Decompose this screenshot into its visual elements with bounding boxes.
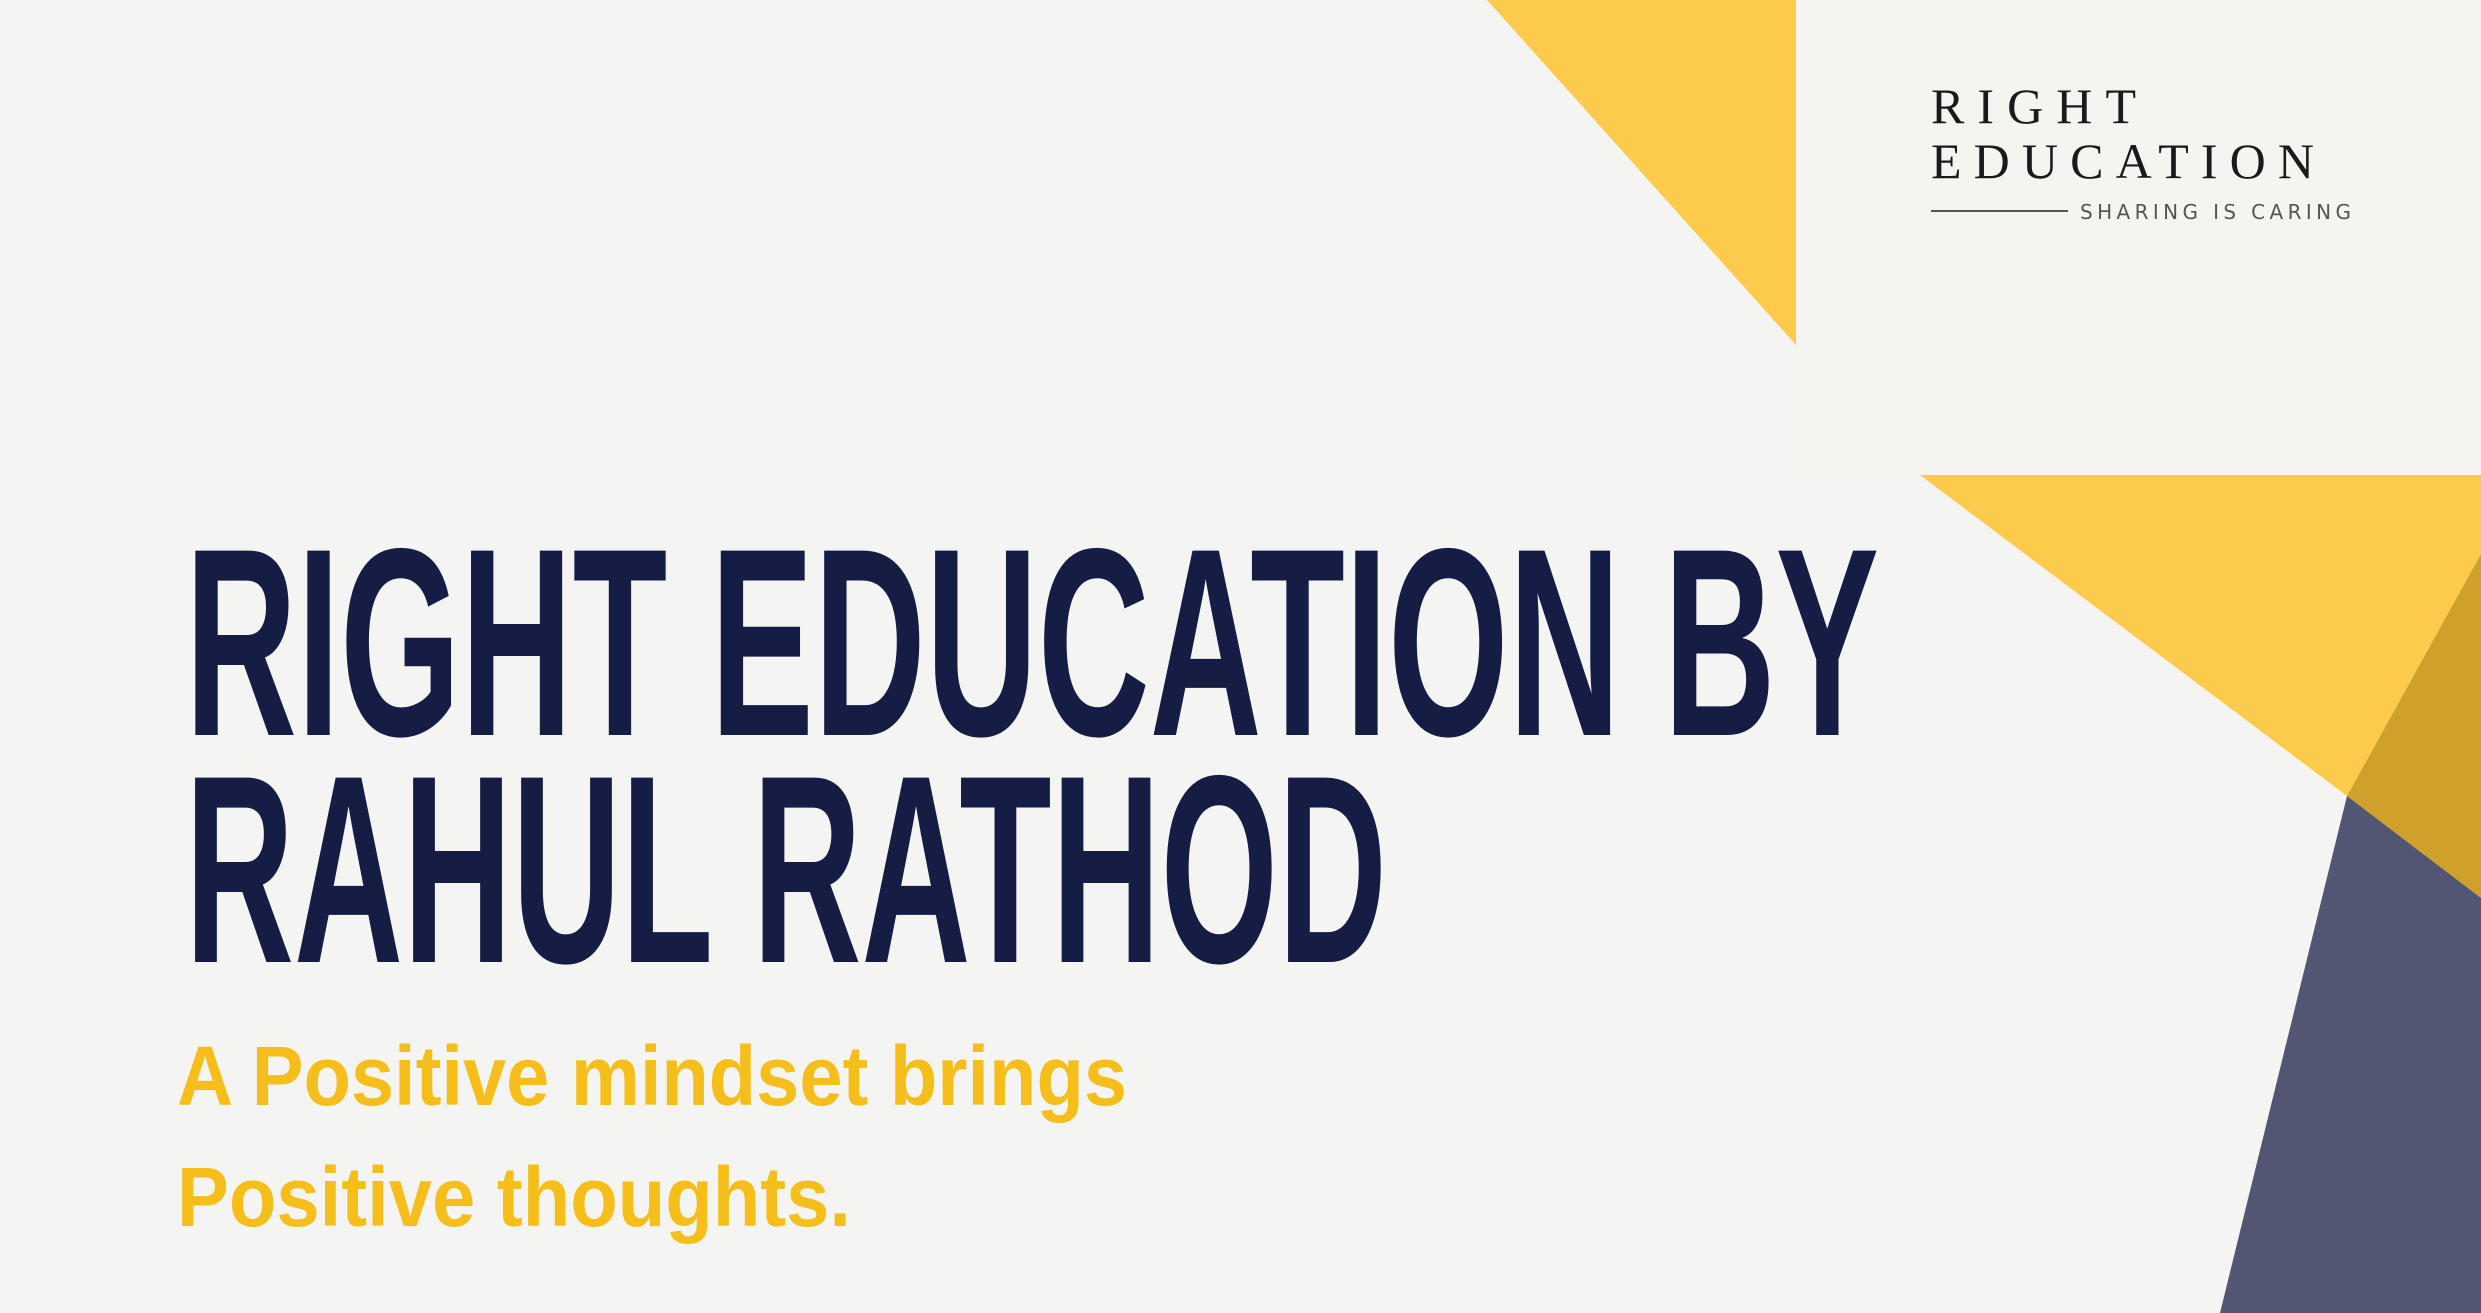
logo-line2: EDUCATION	[1931, 133, 2314, 189]
headline-line2: RAHUL RATHOD	[185, 719, 1387, 1019]
subtitle-line1: A Positive mindset brings	[177, 1029, 1127, 1123]
banner: RIGHT EDUCATION SHARING IS CARING RIGHT …	[0, 0, 2481, 1313]
subtitle-line2: Positive thoughts.	[177, 1150, 851, 1244]
logo-tagline: SHARING IS CARING	[2080, 200, 2351, 224]
logo-line1: RIGHT	[1931, 78, 2136, 134]
logo-panel	[1796, 0, 2481, 475]
